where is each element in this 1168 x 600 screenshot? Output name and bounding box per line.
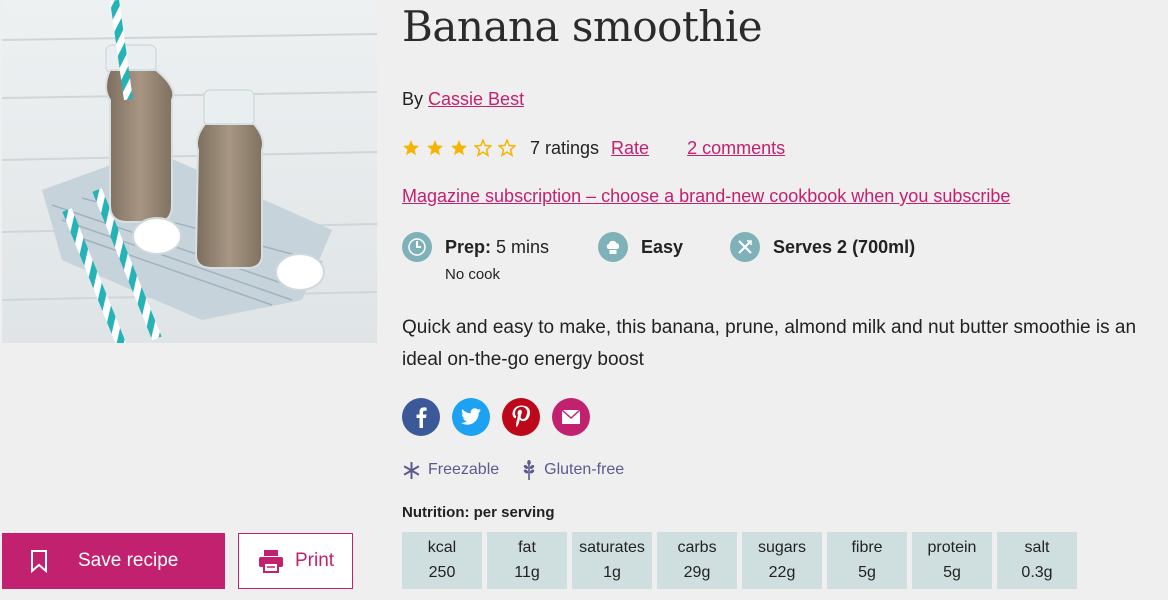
nutrition-value: 250 [428,564,456,581]
nutrition-value: 29g [683,564,711,581]
facebook-icon [416,407,427,428]
recipe-description: Quick and easy to make, this banana, pru… [402,317,1137,370]
nutrition-value: 22g [768,564,796,581]
servings-value: Serves 2 (700ml) [773,236,916,257]
comments-link[interactable]: 2 comments [687,138,785,159]
magazine-subscription-link[interactable]: Magazine subscription – choose a brand-n… [402,186,1010,207]
cook-note: No cook [445,266,501,283]
nutrition-protein: protein 5g [912,532,992,589]
save-recipe-button[interactable]: Save recipe [2,533,225,589]
difficulty: Easy [598,230,683,264]
star-icon [427,140,443,156]
dietary-tags: Freezable Gluten-free [402,460,646,480]
facebook-share-button[interactable] [402,398,440,436]
snowflake-icon [403,461,420,479]
prep-label: Prep: [445,236,492,257]
nutrition-value: 1g [603,564,621,581]
nutrition-label: kcal [427,539,457,556]
star-icon [474,139,492,157]
prep-value: 5 mins [496,236,550,257]
nutrition-value: 11g [514,564,540,581]
envelope-icon [561,409,581,424]
nutrition-value: 5g [858,564,876,581]
nutrition-saturates: saturates 1g [572,532,652,589]
cutlery-icon [730,232,760,262]
nutrition-kcal: kcal 250 [402,532,482,589]
nutrition-title: Nutrition: per serving [402,504,555,521]
clock-icon [402,232,432,262]
twitter-icon [460,408,481,425]
prep-time: Prep: 5 mins [402,230,549,264]
nutrition-label: sugars [757,539,807,556]
difficulty-value: Easy [641,236,684,257]
print-button[interactable]: Print [238,533,353,589]
star-icon [451,140,467,156]
gluten-free-tag: Gluten-free [521,460,624,480]
email-share-button[interactable] [552,398,590,436]
rate-link[interactable]: Rate [611,138,649,159]
nutrition-value: 5g [943,564,961,581]
nutrition-carbs: carbs 29g [657,532,737,589]
chef-hat-icon [598,232,628,262]
nutrition-label: saturates [579,539,645,556]
nutrition-fat: fat 11g [487,532,567,589]
byline: By Cassie Best [402,89,524,110]
author-link[interactable]: Cassie Best [428,89,524,109]
bookmark-icon [30,549,48,573]
wheat-icon [523,460,535,480]
freezable-label: Freezable [428,461,500,478]
recipe-title: Banana smoothie [402,2,763,51]
print-label: Print [295,550,335,571]
recipe-photo [2,0,377,343]
nutrition-label: carbs [677,539,717,556]
nutrition-label: salt [1024,539,1050,556]
pinterest-share-button[interactable] [502,398,540,436]
nutrition-fibre: fibre 5g [827,532,907,589]
ratings-count: 7 ratings [530,137,600,158]
servings: Serves 2 (700ml) [730,230,915,264]
nutrition-salt: salt 0.3g [997,532,1077,589]
star-icon [403,140,419,156]
nutrition-label: fibre [851,539,883,556]
nutrition-sugars: sugars 22g [742,532,822,589]
star-icon [498,139,516,157]
star-rating [402,139,516,157]
freezable-tag: Freezable [402,461,499,480]
printer-icon [258,549,284,573]
pinterest-icon [512,405,530,428]
nutrition-label: protein [927,539,977,556]
gluten-free-label: Gluten-free [544,461,625,478]
recipe-meta: Prep: 5 mins Easy Serves 2 (700ml) [402,230,1102,264]
save-recipe-label: Save recipe [78,550,179,571]
byline-prefix: By [402,89,424,109]
ratings-row: 7 ratings Rate 2 comments [402,136,785,160]
nutrition-value: 0.3g [1021,564,1053,581]
nutrition-table: kcal 250 fat 11g saturates 1g carbs 29g suga… [402,532,1077,589]
nutrition-label: fat [518,539,536,556]
twitter-share-button[interactable] [452,398,490,436]
share-buttons [402,398,590,436]
